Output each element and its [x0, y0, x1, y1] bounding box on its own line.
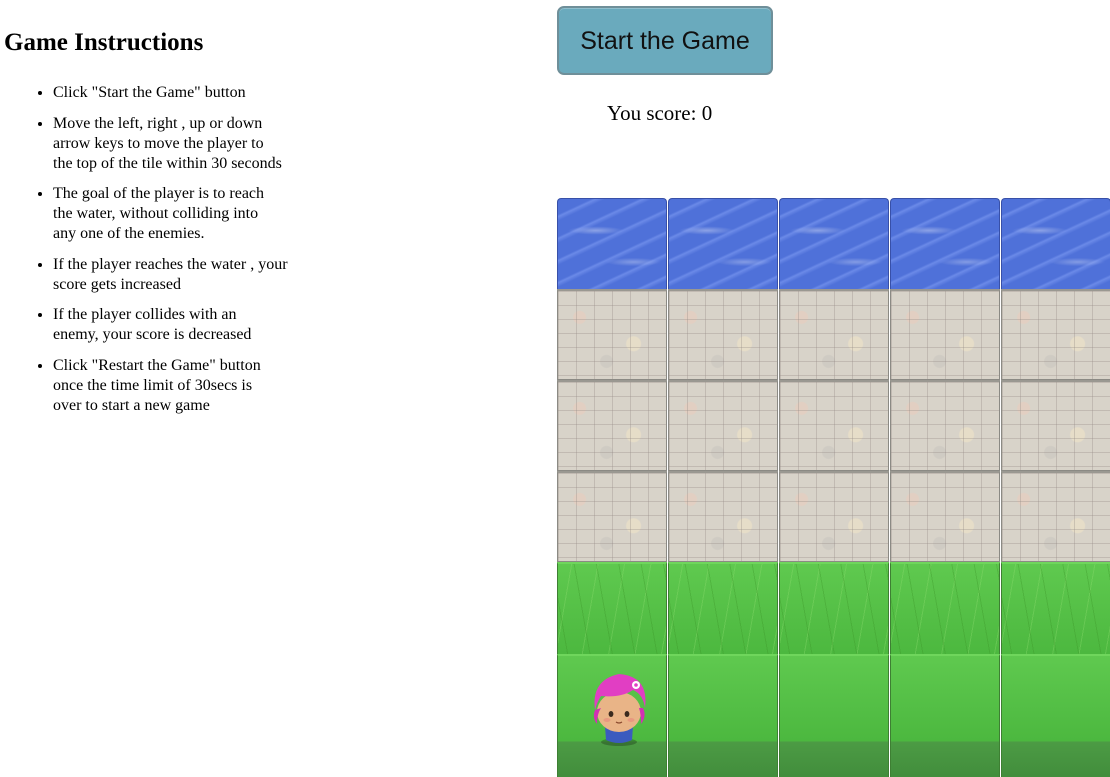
stone-tile	[668, 471, 778, 562]
stone-tile	[1001, 380, 1110, 471]
grass-tile	[890, 654, 1000, 777]
instructions-title: Game Instructions	[4, 29, 204, 56]
stone-tile	[668, 289, 778, 380]
instruction-item: Click "Restart the Game" button once the…	[53, 356, 283, 416]
stone-tile	[779, 471, 889, 562]
grass-tile	[557, 562, 667, 655]
start-game-button[interactable]: Start the Game	[557, 6, 773, 75]
stone-tile	[557, 380, 667, 471]
stone-tile	[779, 380, 889, 471]
grass-tile	[1001, 654, 1110, 777]
instruction-item: If the player collides with an enemy, yo…	[53, 305, 283, 345]
grass-tile	[668, 562, 778, 655]
water-tile	[1001, 198, 1110, 290]
stone-tile	[890, 289, 1000, 380]
grass-tile	[1001, 562, 1110, 655]
score-display: You score: 0	[607, 101, 713, 125]
water-tile	[890, 198, 1000, 290]
stone-tile	[1001, 289, 1110, 380]
instructions-panel: Game Instructions Click "Start the Game"…	[4, 28, 304, 426]
instruction-item: The goal of the player is to reach the w…	[53, 184, 283, 244]
water-tile	[557, 198, 667, 290]
instructions-list: Click "Start the Game" button Move the l…	[4, 83, 304, 416]
pink-hair-girl-character-icon[interactable]	[577, 662, 661, 748]
water-tile	[779, 198, 889, 290]
stone-tile	[779, 289, 889, 380]
instruction-item: Move the left, right , up or down arrow …	[53, 114, 283, 174]
grass-tile	[890, 562, 1000, 655]
stone-tile	[890, 380, 1000, 471]
instruction-item: Click "Start the Game" button	[53, 83, 283, 103]
stone-tile	[890, 471, 1000, 562]
water-tile	[668, 198, 778, 290]
grass-tile	[668, 654, 778, 777]
grass-tile	[779, 654, 889, 777]
stone-tile	[557, 471, 667, 562]
stone-tile	[668, 380, 778, 471]
grass-tile	[779, 562, 889, 655]
stone-tile	[1001, 471, 1110, 562]
stone-tile	[557, 289, 667, 380]
instruction-item: If the player reaches the water , your s…	[53, 255, 293, 295]
